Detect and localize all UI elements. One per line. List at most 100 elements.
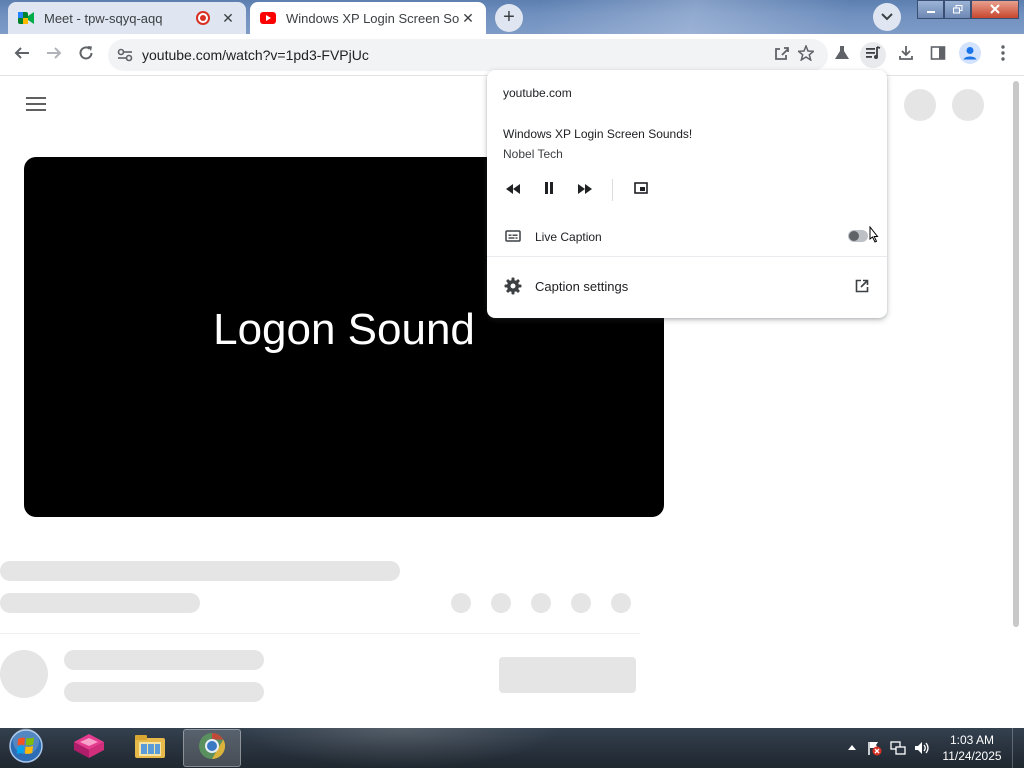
divider: [0, 633, 640, 634]
clock-date[interactable]: 11/24/2025: [924, 749, 1020, 763]
back-arrow-icon: [14, 45, 30, 66]
site-info-icon[interactable]: [116, 46, 134, 64]
flask-icon: [834, 45, 850, 66]
taskbar-chrome-button[interactable]: [183, 729, 241, 767]
media-artist: Nobel Tech: [503, 147, 563, 161]
channel-name-skeleton: [64, 650, 264, 670]
tab-youtube[interactable]: Windows XP Login Screen Sounds! ✕: [250, 2, 486, 34]
minimize-button[interactable]: [917, 0, 944, 19]
tab-search-button[interactable]: [873, 3, 901, 31]
close-icon: [990, 3, 1000, 17]
action-skeleton: [451, 593, 471, 613]
next-track-button[interactable]: [575, 180, 595, 200]
windows-taskbar: 1:03 AM 11/24/2025: [0, 728, 1024, 768]
live-caption-row[interactable]: Live Caption: [487, 220, 887, 254]
picture-in-picture-button[interactable]: [631, 180, 651, 200]
menu-icon[interactable]: [26, 97, 46, 111]
browser-tab-strip: Meet - tpw-sqyq-aqq ✕ Windows XP Login S…: [0, 0, 1024, 34]
avatar: [959, 41, 981, 69]
forward-arrow-icon: [46, 45, 62, 66]
reload-button[interactable]: [73, 42, 99, 68]
address-bar[interactable]: youtube.com/watch?v=1pd3-FVPjUc: [108, 39, 828, 71]
tab-meet[interactable]: Meet - tpw-sqyq-aqq ✕: [8, 2, 246, 34]
caption-settings-label: Caption settings: [535, 279, 629, 294]
title-skeleton: [0, 561, 400, 581]
queue-music-icon: [865, 45, 881, 66]
page-scrollbar[interactable]: [1013, 81, 1019, 627]
reload-icon: [78, 45, 94, 66]
previous-track-button[interactable]: [503, 180, 523, 200]
subtitle-skeleton: [0, 593, 200, 613]
header-placeholder-circle: [952, 89, 984, 121]
labs-button[interactable]: [829, 42, 855, 68]
network-icon[interactable]: [890, 740, 906, 756]
share-icon: [774, 45, 790, 66]
google-meet-icon: [18, 10, 34, 26]
pause-button[interactable]: [539, 180, 559, 200]
subscribe-skeleton: [499, 657, 636, 693]
side-panel-button[interactable]: [925, 42, 951, 68]
action-skeleton: [491, 593, 511, 613]
toggle-knob: [849, 231, 859, 241]
channel-avatar-skeleton: [0, 650, 48, 698]
tab-title: Meet - tpw-sqyq-aqq: [44, 10, 163, 26]
star-icon: [796, 43, 816, 66]
start-button[interactable]: [6, 728, 46, 768]
forward-button[interactable]: [41, 42, 67, 68]
gear-icon: [504, 277, 522, 300]
previous-track-icon: [506, 181, 520, 199]
chrome-icon: [197, 731, 227, 766]
clock-time[interactable]: 1:03 AM: [924, 733, 1020, 747]
tab-close-icon[interactable]: ✕: [220, 10, 236, 26]
picture-in-picture-icon: [634, 181, 648, 199]
url-text: youtube.com/watch?v=1pd3-FVPjUc: [142, 47, 369, 63]
action-skeleton: [571, 593, 591, 613]
youtube-icon: [260, 10, 276, 26]
closed-caption-icon: [505, 229, 521, 248]
show-desktop-button[interactable]: [1012, 728, 1024, 768]
taskbar-file-explorer-button[interactable]: [121, 729, 179, 767]
recording-indicator-icon: [196, 11, 210, 25]
global-media-controls-dialog: youtube.com Windows XP Login Screen Soun…: [487, 70, 887, 318]
file-explorer-icon: [133, 732, 167, 765]
more-vert-icon: [1001, 44, 1005, 66]
tab-close-icon[interactable]: ✕: [460, 10, 476, 26]
action-center-flag-icon[interactable]: [866, 740, 882, 756]
app-icon: [72, 732, 106, 765]
live-caption-toggle[interactable]: [848, 230, 868, 242]
tab-title: Windows XP Login Screen Sounds!: [286, 10, 460, 26]
taskbar-glow: [240, 728, 560, 768]
popup-divider: [487, 256, 887, 257]
live-caption-label: Live Caption: [535, 230, 602, 244]
profile-button[interactable]: [957, 41, 983, 69]
show-hidden-icons-button[interactable]: [844, 740, 860, 756]
header-placeholder-circle: [904, 89, 936, 121]
caption-settings-link[interactable]: Caption settings: [487, 268, 887, 304]
next-track-icon: [578, 181, 592, 199]
restore-icon: [952, 3, 963, 17]
action-skeleton: [531, 593, 551, 613]
media-origin: youtube.com: [503, 86, 572, 100]
mouse-cursor-icon: [866, 225, 880, 246]
media-track-title: Windows XP Login Screen Sounds!: [503, 127, 693, 141]
minimize-icon: [926, 3, 936, 17]
window-frame-gradient: [540, 0, 880, 34]
window-controls: [917, 0, 1019, 19]
controls-divider: [612, 179, 613, 201]
media-controls-button[interactable]: [860, 42, 886, 68]
restore-button[interactable]: [944, 0, 971, 19]
close-window-button[interactable]: [971, 0, 1019, 19]
bookmark-button[interactable]: [793, 42, 819, 68]
channel-subs-skeleton: [64, 682, 264, 702]
open-in-new-icon: [855, 279, 869, 298]
windows-logo-icon: [8, 728, 44, 768]
share-button[interactable]: [769, 42, 795, 68]
new-tab-button[interactable]: +: [495, 4, 523, 32]
pause-icon: [544, 181, 554, 199]
side-panel-icon: [930, 45, 946, 66]
taskbar-app-button[interactable]: [60, 729, 118, 767]
downloads-button[interactable]: [893, 42, 919, 68]
action-skeleton: [611, 593, 631, 613]
chrome-menu-button[interactable]: [990, 42, 1016, 68]
back-button[interactable]: [9, 42, 35, 68]
